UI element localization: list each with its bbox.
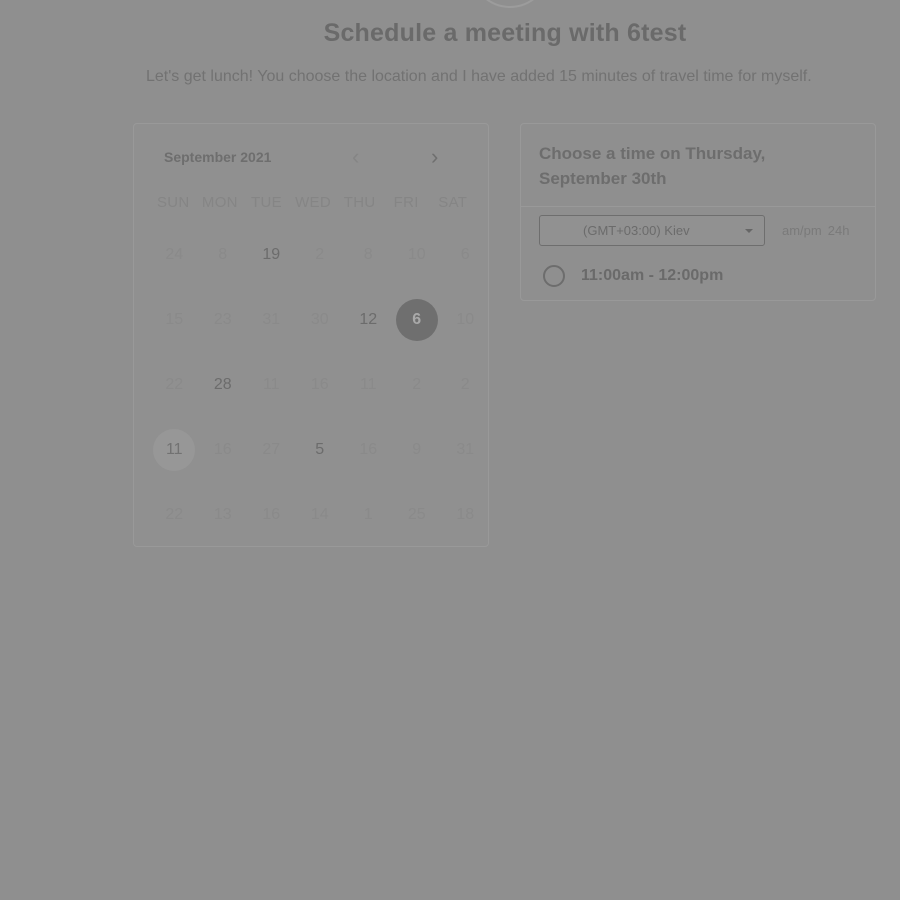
meeting-description: Let's get lunch! You choose the location… [146,68,812,85]
calendar-day: 11 [262,375,280,393]
format-24h-toggle[interactable]: 24h [828,223,850,238]
calendar-day: 24 [165,245,184,263]
host-avatar [470,0,550,8]
calendar-week: 22 13 16 14 1 25 18 [150,482,490,547]
calendar-day: 23 [213,310,232,328]
weekday-fri: FRI [393,194,419,211]
weekday-header: SUN MON TUE WED THU FRI SAT [150,194,476,211]
calendar-day: 30 [310,310,329,328]
calendar-day: 10 [407,245,426,263]
calendar-day: 13 [213,505,232,523]
calendar-day: 2 [460,375,470,393]
calendar-day: 31 [456,440,475,458]
weekday-tue: TUE [250,194,282,211]
weekday-wed: WED [295,194,331,211]
timezone-select[interactable]: (GMT+03:00) Kiev [539,215,765,246]
divider [521,206,875,207]
calendar-day-available[interactable]: 19 [247,234,296,276]
time-panel-heading: Choose a time on Thursday, September 30t… [539,144,766,188]
calendar-day: 16 [262,505,281,523]
format-ampm-toggle[interactable]: am/pm [782,223,822,238]
calendar-day: 27 [262,440,281,458]
page-title: Schedule a meeting with 6test [323,19,687,47]
calendar-panel: September 2021 ‹ › SUN MON TUE WED THU F… [133,123,489,547]
weekday-thu: THU [343,194,376,211]
radio-button[interactable] [543,265,565,287]
chevron-right-icon[interactable]: › [431,146,438,168]
calendar-day: 2 [315,245,325,263]
timezone-value: (GMT+03:00) Kiev [583,223,690,238]
calendar-day: 8 [218,245,228,263]
calendar-day: 22 [165,375,184,393]
calendar-day: 10 [456,310,475,328]
calendar-day: 6 [460,245,470,263]
calendar-day: 25 [407,505,426,523]
calendar-day: 2 [412,375,422,393]
calendar-week: 15 23 31 30 12 6 10 [150,287,490,352]
calendar-grid: 24 8 19 2 8 10 6 15 23 31 30 12 6 10 22 … [150,222,490,547]
caret-down-icon [745,229,753,233]
calendar-week: 11 16 27 5 16 9 31 [150,417,490,482]
calendar-day: 16 [213,440,232,458]
calendar-day: 16 [310,375,329,393]
time-slot-panel: Choose a time on Thursday, September 30t… [520,123,876,301]
calendar-week: 24 8 19 2 8 10 6 [150,222,490,287]
weekday-sun: SUN [157,194,190,211]
calendar-day-available[interactable]: 12 [344,299,393,341]
calendar-day: 14 [310,505,329,523]
weekday-sat: SAT [438,194,468,211]
calendar-day: 9 [412,440,422,458]
calendar-day: 1 [363,505,373,523]
time-format-toggle: am/pm 24h [782,223,849,238]
time-slot-option[interactable]: 11:00am - 12:00pm [543,265,723,287]
calendar-day: 11 [359,375,377,393]
calendar-day-selected[interactable]: 6 [393,299,442,341]
calendar-week: 22 28 11 16 11 2 2 [150,352,490,417]
calendar-day: 18 [456,505,475,523]
calendar-day-available[interactable]: 5 [296,429,345,471]
calendar-day: 22 [165,505,184,523]
calendar-day: 8 [363,245,373,263]
calendar-day: 15 [165,310,184,328]
calendar-day-available[interactable]: 28 [199,364,248,406]
weekday-mon: MON [201,194,238,211]
calendar-day: 31 [262,310,281,328]
month-label: September 2021 [164,149,272,165]
time-slot-label: 11:00am - 12:00pm [581,267,724,284]
calendar-day: 16 [359,440,378,458]
chevron-left-icon[interactable]: ‹ [352,146,359,168]
calendar-day-today: 11 [150,429,199,471]
